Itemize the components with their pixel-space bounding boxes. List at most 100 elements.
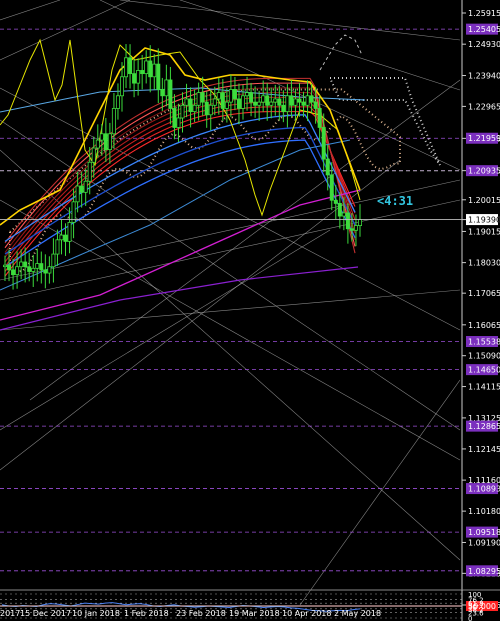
candle xyxy=(59,234,64,241)
trend-line xyxy=(29,79,461,401)
candle xyxy=(261,95,266,103)
candle xyxy=(329,174,334,201)
candle xyxy=(357,219,362,226)
price-tick-label: 1.19015 xyxy=(468,227,500,236)
trend-line xyxy=(0,119,461,431)
trend-line xyxy=(119,0,461,41)
candle xyxy=(23,261,28,268)
envelope-line xyxy=(319,34,363,71)
candle xyxy=(55,239,60,255)
trend-line xyxy=(0,149,461,561)
trend-line xyxy=(0,87,461,331)
price-tick-label: 1.16065 xyxy=(468,321,500,330)
candle xyxy=(220,92,225,109)
candle xyxy=(345,212,350,230)
candle xyxy=(103,133,108,151)
candle xyxy=(160,89,165,97)
price-tick-label: 1.17065 xyxy=(468,289,500,298)
candle xyxy=(87,161,92,182)
candle xyxy=(265,95,270,106)
candle xyxy=(341,212,346,217)
level-tag-label: 1.20935 xyxy=(468,167,500,176)
candle xyxy=(184,98,189,106)
candle xyxy=(39,263,44,271)
candle xyxy=(249,92,254,103)
candle xyxy=(281,104,286,113)
price-tick-label: 1.24930 xyxy=(468,40,500,49)
price-tick-label: 1.15090 xyxy=(468,352,500,361)
candle xyxy=(132,73,137,84)
candle xyxy=(289,95,294,106)
bar-timer: <4:31 xyxy=(377,194,414,208)
candle xyxy=(164,79,169,97)
candle xyxy=(152,63,157,78)
indicator-level-label: 0 xyxy=(468,615,472,621)
candle xyxy=(136,70,141,84)
price-tick-label: 1.25915 xyxy=(468,9,500,18)
candle xyxy=(180,104,185,119)
level-tag-label: 1.14650 xyxy=(468,366,500,375)
moving-average xyxy=(4,82,356,249)
candle xyxy=(19,261,24,268)
candle xyxy=(51,253,56,268)
price-tick-label: 1.09190 xyxy=(468,538,500,547)
candle xyxy=(325,158,330,176)
price-chart[interactable]: 1.259151.249301.239401.229651.219551.209… xyxy=(0,0,500,621)
candle xyxy=(232,89,237,100)
candle xyxy=(196,92,201,106)
candle xyxy=(107,133,112,151)
candle xyxy=(305,95,310,106)
level-tag-label: 1.21959 xyxy=(468,134,500,143)
candle xyxy=(269,101,274,106)
current-price-label: 1.19390 xyxy=(468,216,500,225)
candle xyxy=(11,269,16,276)
candle xyxy=(277,98,282,106)
moving-average xyxy=(4,114,356,242)
price-tick-label: 1.10180 xyxy=(468,507,500,516)
candle xyxy=(99,133,104,141)
candle xyxy=(337,203,342,217)
price-tick-label: 1.20015 xyxy=(468,196,500,205)
candle xyxy=(301,101,306,106)
candle xyxy=(79,185,84,193)
candle xyxy=(128,57,133,75)
candle xyxy=(119,76,124,97)
level-tag-label: 1.09518 xyxy=(468,528,500,537)
level-tag-label: 1.10893 xyxy=(468,485,500,494)
candle xyxy=(253,101,258,106)
price-tick-label: 1.14115 xyxy=(468,383,500,392)
trend-line xyxy=(0,0,131,61)
candle xyxy=(297,98,302,103)
candle xyxy=(333,199,338,204)
candle xyxy=(216,92,221,100)
candle xyxy=(228,89,233,103)
candle xyxy=(168,79,173,109)
candle xyxy=(15,266,20,276)
candle xyxy=(7,264,12,271)
candle xyxy=(293,98,298,106)
level-tag-label: 1.25405 xyxy=(468,25,500,34)
candle xyxy=(124,57,129,78)
candle xyxy=(317,108,322,128)
candle xyxy=(224,101,229,109)
candle xyxy=(95,139,100,149)
price-tick-label: 1.12145 xyxy=(468,445,500,454)
candle xyxy=(313,101,318,109)
candle xyxy=(47,266,52,274)
candle xyxy=(241,95,246,109)
candle xyxy=(75,185,80,203)
trend-line xyxy=(0,0,61,21)
candle xyxy=(111,108,116,135)
level-tag-label: 1.08295 xyxy=(468,567,500,576)
candle xyxy=(156,63,161,90)
candle xyxy=(35,263,40,269)
moving-average xyxy=(4,87,356,253)
indicator-line xyxy=(1,602,361,612)
candle xyxy=(257,101,262,106)
candle xyxy=(192,104,197,113)
candle xyxy=(204,101,209,116)
candle xyxy=(285,95,290,113)
chart-window[interactable]: 1.259151.249301.239401.229651.219551.209… xyxy=(0,0,500,621)
candle xyxy=(83,180,88,193)
level-tag-label: 1.12865 xyxy=(468,422,500,431)
